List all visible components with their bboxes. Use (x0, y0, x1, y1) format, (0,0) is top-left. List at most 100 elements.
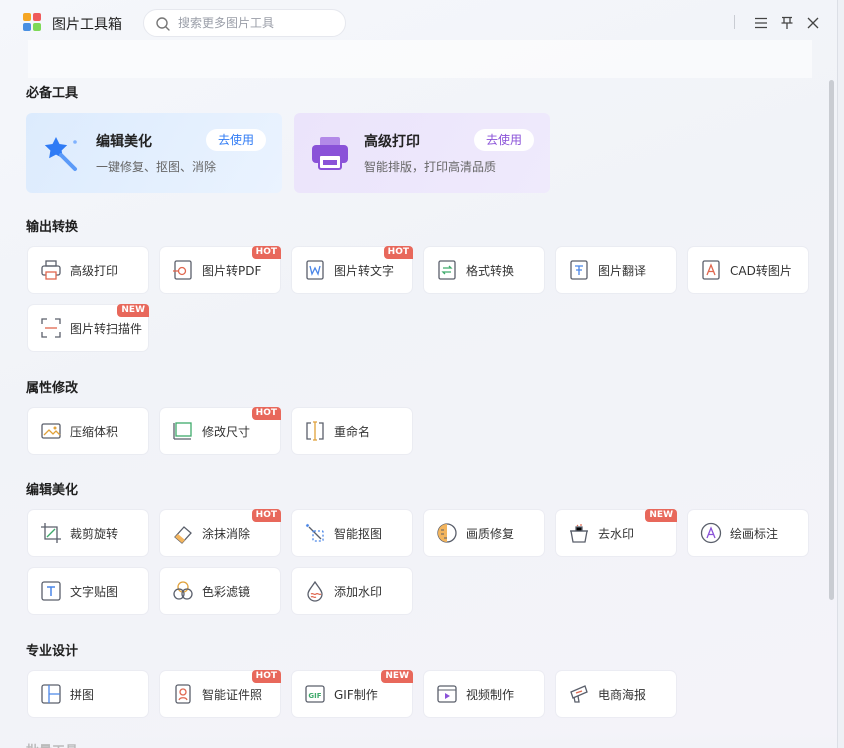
hot-badge: HOT (251, 246, 281, 259)
tool-remove-watermark[interactable]: 去水印 NEW (556, 509, 677, 556)
tool-draw-annotate[interactable]: 绘画标注 (688, 510, 808, 556)
compress-icon (41, 423, 61, 439)
tool-label: 拼图 (70, 688, 95, 702)
section-title-design: 专业设计 (26, 644, 79, 659)
new-badge: NEW (381, 670, 413, 683)
card-advanced-print[interactable]: 高级打印 智能排版，打印高清品质 去使用 (294, 113, 550, 193)
close-icon[interactable] (803, 13, 823, 33)
search-box[interactable] (143, 9, 346, 37)
tool-image-to-scan[interactable]: 图片转扫描件 NEW (28, 304, 149, 351)
magic-wand-icon (42, 133, 82, 176)
format-convert-icon (438, 260, 456, 280)
tool-label: CAD转图片 (730, 264, 792, 278)
tool-label: 高级打印 (70, 264, 119, 278)
eraser-icon (174, 526, 192, 544)
card-edit-title: 编辑美化 (96, 134, 152, 150)
tool-image-to-text[interactable]: 图片转文字 HOT (292, 246, 413, 293)
pin-icon[interactable] (777, 13, 797, 33)
annotate-icon (700, 522, 722, 544)
tool-color-filter[interactable]: 色彩滤镜 (160, 568, 280, 614)
tool-rename[interactable]: 重命名 (292, 408, 412, 454)
tool-format-convert[interactable]: 格式转换 (424, 247, 544, 293)
tool-label: 电商海报 (598, 688, 647, 702)
card-edit-beautify[interactable]: 编辑美化 一键修复、抠图、消除 去使用 (26, 113, 282, 193)
translate-icon (570, 260, 588, 280)
id-photo-icon (175, 684, 191, 704)
hot-badge: HOT (251, 407, 281, 420)
resize-icon (173, 422, 192, 440)
tool-quality-repair[interactable]: 画质修复 (424, 510, 544, 556)
quality-repair-icon (437, 523, 457, 543)
tool-label: 去水印 (598, 527, 635, 541)
tool-label: 文字贴图 (70, 585, 119, 599)
tool-ecommerce-poster[interactable]: 电商海报 (556, 671, 676, 717)
bottom-fade (0, 732, 837, 748)
section-title-edit: 编辑美化 (26, 483, 79, 498)
scan-icon (41, 318, 61, 338)
tool-label: 添加水印 (334, 585, 383, 599)
tool-resize[interactable]: 修改尺寸 HOT (160, 407, 281, 454)
color-filter-icon (173, 581, 193, 600)
tool-label: 格式转换 (466, 264, 515, 278)
cutout-icon (305, 523, 324, 542)
pdf-icon (173, 260, 192, 280)
tool-label: 图片转文字 (334, 264, 395, 278)
remove-watermark-icon (570, 524, 588, 543)
section-title-attributes: 属性修改 (26, 381, 79, 396)
tool-label: 智能抠图 (334, 527, 383, 541)
card-edit-use-button[interactable]: 去使用 (206, 129, 266, 151)
tool-label: 智能证件照 (202, 688, 263, 702)
tool-label: 图片转扫描件 (70, 322, 143, 336)
tool-image-to-pdf[interactable]: 图片转PDF HOT (160, 246, 281, 293)
printer-icon (41, 260, 61, 280)
card-print-title: 高级打印 (364, 134, 420, 150)
tool-label: 视频制作 (466, 688, 515, 702)
tool-smart-cutout[interactable]: 智能抠图 (292, 510, 412, 556)
rename-icon (306, 421, 324, 441)
tool-smudge-erase[interactable]: 涂抹消除 HOT (160, 509, 281, 556)
tool-label: 压缩体积 (70, 425, 119, 439)
menu-icon[interactable] (751, 13, 771, 33)
header-band (28, 40, 812, 78)
collage-icon (41, 684, 61, 704)
tool-compress[interactable]: 压缩体积 (28, 408, 148, 454)
svg-text:GIF: GIF (308, 692, 321, 700)
tool-label: 裁剪旋转 (70, 527, 119, 541)
tool-label: 图片翻译 (598, 264, 647, 278)
poster-icon (570, 685, 588, 703)
text-recognition-icon (306, 260, 324, 280)
app-logo-icon (23, 13, 41, 31)
tool-add-watermark[interactable]: 添加水印 (292, 568, 412, 614)
tool-text-sticker[interactable]: 文字贴图 (28, 568, 148, 614)
search-input[interactable] (178, 14, 338, 32)
hot-badge: HOT (383, 246, 413, 259)
new-badge: NEW (117, 304, 149, 317)
tool-collage[interactable]: 拼图 (28, 671, 148, 717)
tool-label: GIF制作 (334, 688, 378, 702)
tool-image-translate[interactable]: 图片翻译 (556, 247, 676, 293)
crop-icon (41, 523, 61, 543)
scrollbar-thumb[interactable] (829, 80, 834, 600)
section-title-output: 输出转换 (26, 220, 79, 235)
section-title-batch: 批量工具 (26, 740, 78, 748)
new-badge: NEW (645, 509, 677, 522)
section-title-essential: 必备工具 (26, 86, 79, 101)
tool-video-maker[interactable]: 视频制作 (424, 671, 544, 717)
title-bar-divider (734, 15, 735, 29)
tool-label: 重命名 (334, 425, 371, 439)
tool-label: 色彩滤镜 (202, 585, 251, 599)
printer-icon (310, 133, 350, 176)
tool-id-photo[interactable]: 智能证件照 HOT (160, 670, 281, 717)
add-watermark-icon (307, 580, 323, 602)
hot-badge: HOT (251, 509, 281, 522)
tool-cad-to-image[interactable]: CAD转图片 (688, 247, 808, 293)
card-print-use-button[interactable]: 去使用 (474, 129, 534, 151)
tool-label: 绘画标注 (730, 527, 779, 541)
app-title: 图片工具箱 (52, 17, 122, 33)
gif-icon: GIF (305, 685, 325, 703)
tool-advanced-print[interactable]: 高级打印 (28, 247, 148, 293)
tool-crop-rotate[interactable]: 裁剪旋转 (28, 510, 148, 556)
tool-gif-maker[interactable]: GIF GIF制作 NEW (292, 670, 413, 717)
tool-label: 图片转PDF (202, 264, 262, 278)
video-icon (437, 685, 457, 703)
